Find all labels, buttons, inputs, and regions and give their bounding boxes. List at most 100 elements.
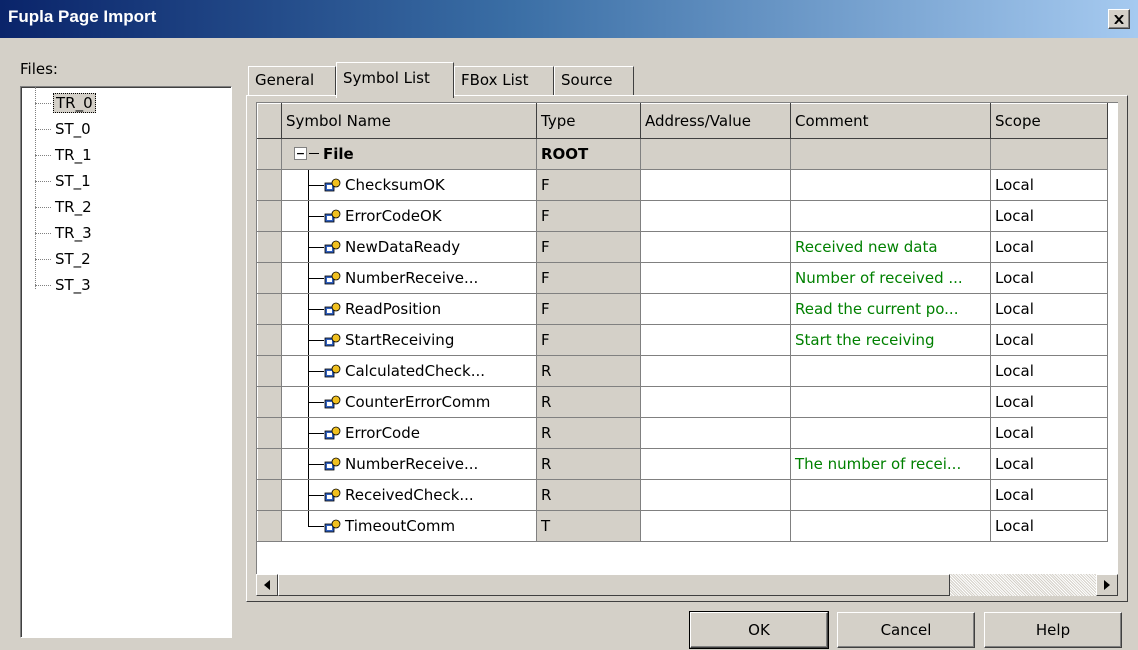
cell-comment[interactable]: Number of received ...	[790, 262, 991, 294]
cell-scope[interactable]: Local	[990, 262, 1108, 294]
tab-source[interactable]: Source	[554, 66, 634, 96]
row-selector[interactable]	[257, 385, 282, 418]
file-item[interactable]: TR_1	[35, 145, 94, 165]
column-header-comment[interactable]: Comment	[790, 103, 991, 139]
row-selector[interactable]	[257, 447, 282, 480]
cell-address-value[interactable]	[640, 231, 791, 263]
cell-comment[interactable]	[790, 200, 991, 232]
table-row[interactable]: CalculatedCheck... R Local	[257, 354, 1108, 387]
table-row[interactable]: NewDataReady F Received new data Local	[257, 230, 1108, 263]
cell-type[interactable]: R	[536, 417, 641, 449]
row-selector[interactable]	[257, 509, 282, 542]
cell-address-value[interactable]	[640, 479, 791, 511]
row-selector[interactable]	[257, 138, 282, 170]
cell-symbol-name[interactable]: ErrorCode	[281, 417, 537, 449]
cell-comment[interactable]	[790, 510, 991, 542]
help-button[interactable]: Help	[984, 612, 1122, 648]
cell-scope[interactable]: Local	[990, 169, 1108, 201]
cell-symbol-name[interactable]: NumberReceive...	[281, 262, 537, 294]
cell-comment[interactable]	[790, 479, 991, 511]
cell-scope[interactable]: Local	[990, 448, 1108, 480]
cell-address-value[interactable]	[640, 448, 791, 480]
table-row[interactable]: ReadPosition F Read the current po... Local	[257, 292, 1108, 325]
cell-symbol-name[interactable]: ReceivedCheck...	[281, 479, 537, 511]
cell-type[interactable]: F	[536, 262, 641, 294]
cell-symbol-name[interactable]: ReadPosition	[281, 293, 537, 325]
table-row[interactable]: ErrorCodeOK F Local	[257, 199, 1108, 232]
cell-scope[interactable]: Local	[990, 355, 1108, 387]
cell-type[interactable]: ROOT	[536, 138, 641, 170]
scroll-left-button[interactable]	[256, 574, 278, 596]
cell-symbol-name[interactable]: NumberReceive...	[281, 448, 537, 480]
table-row[interactable]: TimeoutComm T Local	[257, 509, 1108, 542]
file-item[interactable]: ST_3	[35, 275, 93, 295]
cell-scope[interactable]	[990, 138, 1108, 170]
row-selector[interactable]	[257, 199, 282, 232]
table-row[interactable]: ErrorCode R Local	[257, 416, 1108, 449]
table-row[interactable]: ChecksumOK F Local	[257, 168, 1108, 201]
cell-address-value[interactable]	[640, 417, 791, 449]
table-row[interactable]: ReceivedCheck... R Local	[257, 478, 1108, 511]
scrollbar-thumb[interactable]	[278, 574, 950, 596]
horizontal-scrollbar[interactable]	[256, 574, 1118, 596]
files-tree[interactable]: TR_0 ST_0 TR_1 ST_1 TR_2 TR_3 ST_2 ST_3	[20, 86, 232, 638]
cell-address-value[interactable]	[640, 169, 791, 201]
cell-scope[interactable]: Local	[990, 324, 1108, 356]
cell-comment[interactable]	[790, 386, 991, 418]
cell-address-value[interactable]	[640, 138, 791, 170]
cell-type[interactable]: T	[536, 510, 641, 542]
tab-fbox-list[interactable]: FBox List	[454, 66, 554, 96]
cell-address-value[interactable]	[640, 510, 791, 542]
cell-symbol-name[interactable]: − File	[281, 138, 537, 170]
file-item[interactable]: ST_0	[35, 119, 93, 139]
cell-type[interactable]: R	[536, 479, 641, 511]
row-selector[interactable]	[257, 230, 282, 263]
cell-scope[interactable]: Local	[990, 386, 1108, 418]
table-row[interactable]: StartReceiving F Start the receiving Local	[257, 323, 1108, 356]
cell-scope[interactable]: Local	[990, 231, 1108, 263]
cell-scope[interactable]: Local	[990, 293, 1108, 325]
cell-symbol-name[interactable]: CounterErrorComm	[281, 386, 537, 418]
cell-symbol-name[interactable]: NewDataReady	[281, 231, 537, 263]
row-selector[interactable]	[257, 354, 282, 387]
file-item[interactable]: TR_0	[35, 93, 96, 113]
file-item[interactable]: ST_2	[35, 249, 93, 269]
table-row-root[interactable]: − File ROOT	[257, 138, 1108, 170]
cell-address-value[interactable]	[640, 200, 791, 232]
cell-address-value[interactable]	[640, 324, 791, 356]
row-selector[interactable]	[257, 261, 282, 294]
cell-scope[interactable]: Local	[990, 200, 1108, 232]
cell-comment[interactable]: Read the current po...	[790, 293, 991, 325]
cell-comment[interactable]: The number of recei...	[790, 448, 991, 480]
cell-scope[interactable]: Local	[990, 510, 1108, 542]
cell-type[interactable]: R	[536, 448, 641, 480]
cell-type[interactable]: F	[536, 293, 641, 325]
cell-comment[interactable]: Start the receiving	[790, 324, 991, 356]
cell-type[interactable]: R	[536, 386, 641, 418]
cell-scope[interactable]: Local	[990, 479, 1108, 511]
cell-type[interactable]: R	[536, 355, 641, 387]
cell-scope[interactable]: Local	[990, 417, 1108, 449]
scroll-right-button[interactable]	[1096, 574, 1118, 596]
row-selector[interactable]	[257, 478, 282, 511]
collapse-icon[interactable]: −	[294, 147, 307, 161]
tab-general[interactable]: General	[248, 66, 336, 96]
cell-symbol-name[interactable]: ChecksumOK	[281, 169, 537, 201]
cell-type[interactable]: F	[536, 231, 641, 263]
row-selector[interactable]	[257, 323, 282, 356]
cell-comment[interactable]	[790, 169, 991, 201]
close-button[interactable]	[1108, 9, 1130, 29]
column-header-scope[interactable]: Scope	[990, 103, 1108, 139]
row-selector[interactable]	[257, 292, 282, 325]
file-item[interactable]: TR_2	[35, 197, 94, 217]
file-item[interactable]: TR_3	[35, 223, 94, 243]
symbol-grid[interactable]: Symbol Name Type Address/Value Comment S…	[256, 102, 1118, 574]
cancel-button[interactable]: Cancel	[837, 612, 975, 648]
cell-address-value[interactable]	[640, 386, 791, 418]
cell-symbol-name[interactable]: CalculatedCheck...	[281, 355, 537, 387]
table-row[interactable]: NumberReceive... F Number of received ... L…	[257, 261, 1108, 294]
row-selector[interactable]	[257, 416, 282, 449]
cell-comment[interactable]	[790, 355, 991, 387]
cell-comment[interactable]	[790, 138, 991, 170]
cell-address-value[interactable]	[640, 262, 791, 294]
